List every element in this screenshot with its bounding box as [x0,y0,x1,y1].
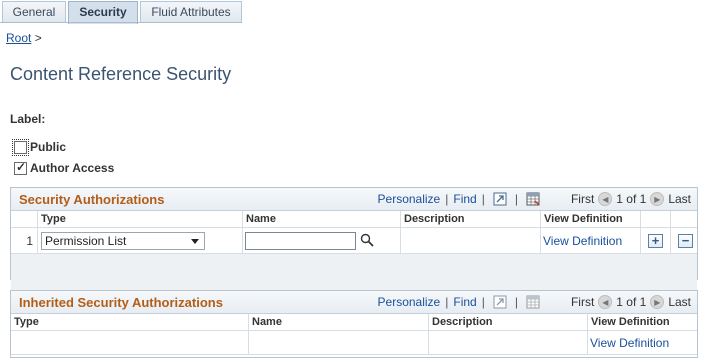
grid-title: Inherited Security Authorizations [19,295,223,310]
next-icon[interactable]: ▶ [650,192,665,206]
grid-navigation: Personalize | Find | | First ◀ 1 of 1 ▶ … [378,192,691,206]
grid-header: Inherited Security Authorizations Person… [11,291,697,314]
download-spreadsheet-icon[interactable] [526,295,540,309]
page-info: 1 of 1 [616,295,647,309]
column-name: Name [243,211,401,228]
column-description: Description [429,314,588,331]
nav-separator: | [481,295,485,309]
dropdown-arrow-icon [191,239,199,244]
lookup-search-icon[interactable] [360,233,374,247]
tab-security[interactable]: Security [68,1,138,24]
tab-general[interactable]: General [2,1,66,23]
type-select[interactable]: Permission List [41,232,205,250]
find-link[interactable]: Find [453,295,476,309]
column-view-definition: View Definition [591,316,670,328]
view-all-icon[interactable] [493,192,507,206]
view-all-icon[interactable] [493,295,507,309]
view-definition-link[interactable]: View Definition [590,336,669,350]
grid-title: Security Authorizations [19,192,165,207]
page-title: Content Reference Security [10,64,232,84]
column-name: Name [249,314,429,331]
first-label: First [570,295,595,309]
last-label: Last [668,295,691,309]
grid-navigation: Personalize | Find | | First ◀ 1 of 1 ▶ … [378,295,691,309]
table-row: View Definition [11,331,697,355]
column-header-row: Type Name Description View Definition [11,314,697,331]
tab-divider [0,22,242,23]
type-select-value: Permission List [45,234,127,248]
previous-icon[interactable]: ◀ [598,192,613,206]
column-view-definition: View Definition [541,211,641,228]
public-checkbox[interactable] [12,138,29,156]
find-link[interactable]: Find [453,192,476,206]
nav-separator: | [481,192,485,206]
breadcrumb: Root > [6,31,42,45]
author-access-label: Author Access [30,161,115,175]
personalize-link[interactable]: Personalize [378,295,441,309]
breadcrumb-root-link[interactable]: Root [6,31,31,45]
tab-bar: General Security Fluid Attributes [0,0,702,24]
nav-separator: | [445,295,449,309]
tab-fluid-attributes[interactable]: Fluid Attributes [140,1,242,23]
download-spreadsheet-icon[interactable] [526,192,540,206]
breadcrumb-separator: > [34,31,42,45]
grid-header: Security Authorizations Personalize | Fi… [11,188,697,211]
table-row: 1 Permission List View Definition + − [11,228,697,254]
security-authorizations-grid: Security Authorizations Personalize | Fi… [10,187,698,345]
view-definition-link[interactable]: View Definition [543,234,622,248]
column-type: Type [38,211,243,228]
previous-icon[interactable]: ◀ [598,295,613,309]
label-heading: Label: [10,112,46,126]
checkmark-icon: ✓ [16,159,27,174]
personalize-link[interactable]: Personalize [378,192,441,206]
public-checkbox-row[interactable]: Public [12,138,67,156]
column-type: Type [11,314,249,331]
column-header-row: Type Name Description View Definition [11,211,697,228]
column-description: Description [401,211,541,228]
description-cell [401,228,541,253]
inherited-security-authorizations-grid: Inherited Security Authorizations Person… [10,290,698,358]
author-access-checkbox[interactable]: ✓ [14,159,27,175]
first-label: First [570,192,595,206]
last-label: Last [668,192,691,206]
delete-row-button[interactable]: − [678,234,693,248]
nav-separator: | [445,192,449,206]
author-access-checkbox-row[interactable]: ✓ Author Access [14,160,114,176]
name-input[interactable] [245,232,356,250]
row-number: 1 [26,234,33,248]
nav-separator: | [514,192,518,206]
public-label: Public [30,140,67,154]
next-icon[interactable]: ▶ [650,295,665,309]
nav-separator: | [514,295,518,309]
page-info: 1 of 1 [616,192,647,206]
add-row-button[interactable]: + [648,234,663,248]
